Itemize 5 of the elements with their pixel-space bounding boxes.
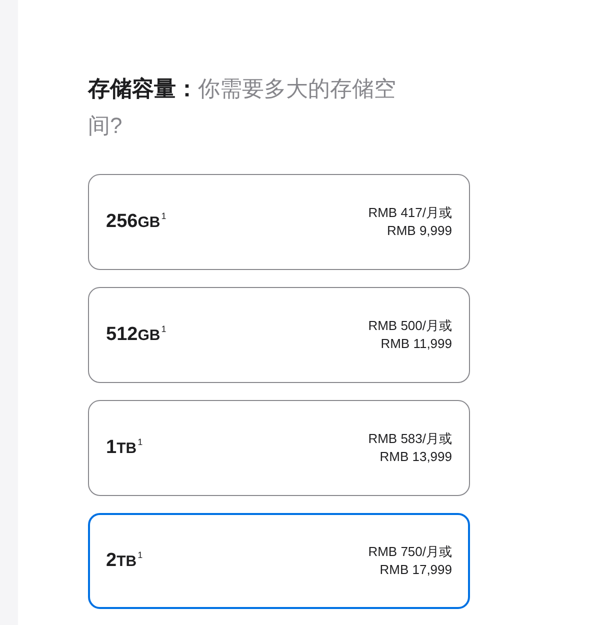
storage-option[interactable]: 256GB$^{1}$ RMB 417/月或 RMB 9,999 <box>88 174 470 270</box>
storage-option[interactable]: 2TB$^{1}$ RMB 750/月或 RMB 17,999 <box>88 513 470 609</box>
storage-option[interactable]: 512GB$^{1}$ RMB 500/月或 RMB 11,999 <box>88 287 470 383</box>
section-heading: 存储容量：你需要多大的存储空间? <box>88 75 397 140</box>
storage-option[interactable]: 1TB$^{1}$ RMB 583/月或 RMB 13,999 <box>88 400 470 496</box>
